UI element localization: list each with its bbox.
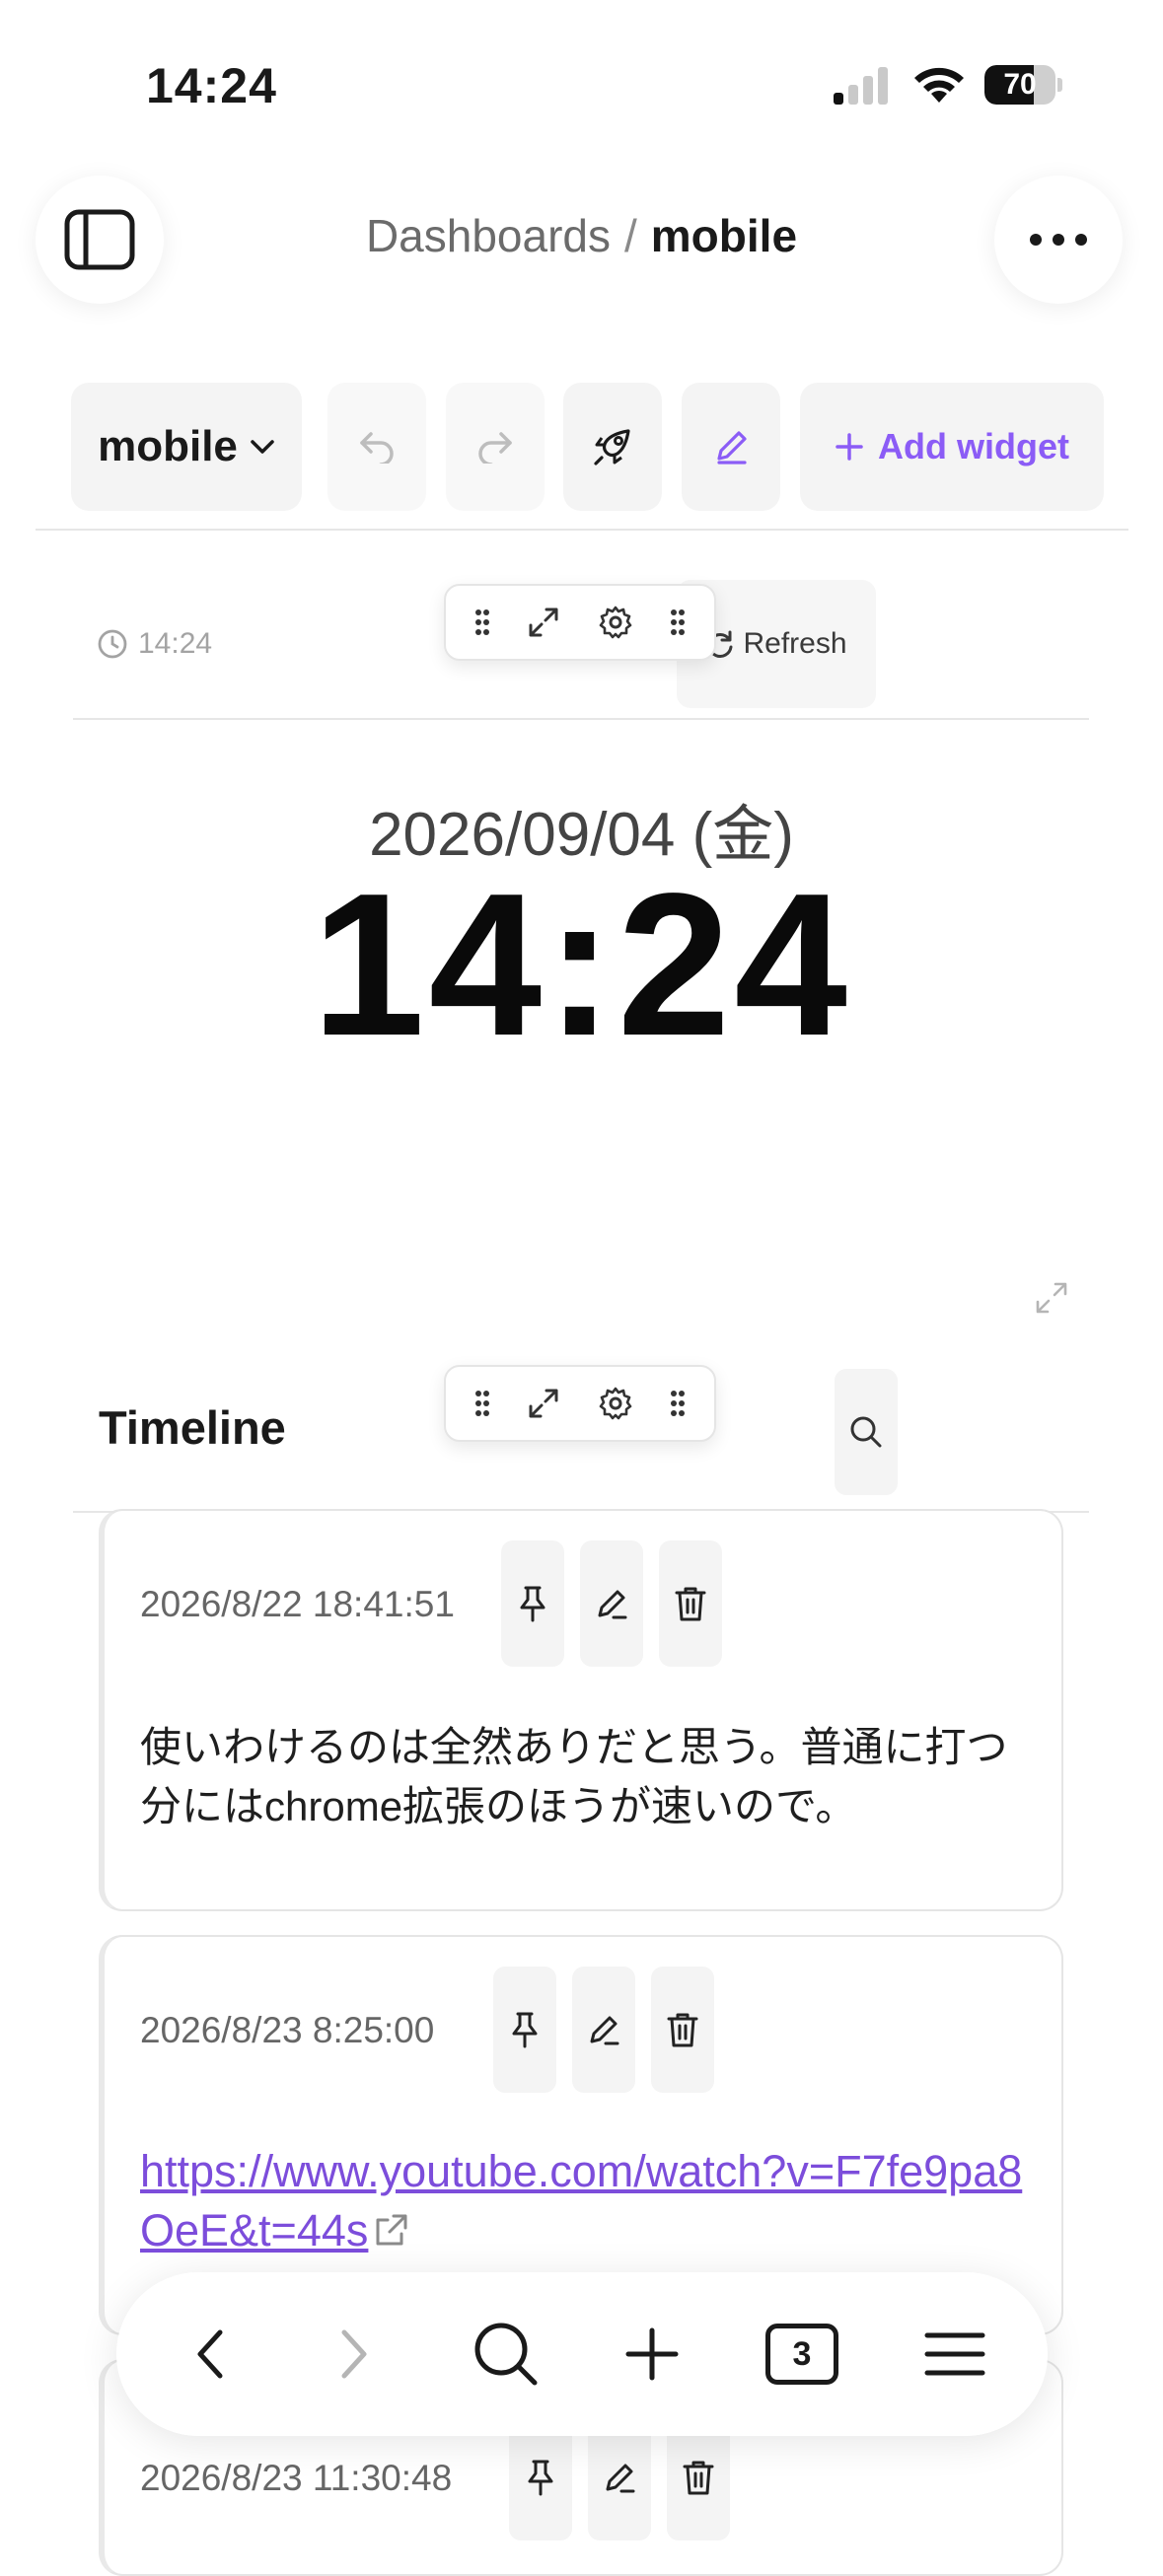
timeline-title: Timeline xyxy=(99,1401,286,1454)
toolbar-divider xyxy=(36,529,1128,531)
browser-toolbar: 3 xyxy=(116,2272,1048,2436)
hamburger-menu-icon xyxy=(924,2330,985,2378)
pin-button[interactable] xyxy=(501,1540,564,1667)
entry-link-text: https://www.youtube.com/watch?v=F7fe9pa8… xyxy=(140,2146,1023,2255)
refresh-label: Refresh xyxy=(743,627,847,660)
new-tab-button[interactable] xyxy=(588,2272,716,2436)
search-icon xyxy=(848,1414,884,1450)
entry-timestamp: 2026/8/23 8:25:00 xyxy=(140,2010,435,2050)
cellular-signal-icon xyxy=(832,65,891,105)
pencil-icon xyxy=(586,2012,621,2047)
redo-button[interactable] xyxy=(446,383,545,511)
trash-icon xyxy=(666,2011,699,2048)
gear-icon[interactable] xyxy=(598,605,633,640)
breadcrumb-current: mobile xyxy=(650,210,798,261)
drag-handle-icon[interactable] xyxy=(474,1390,490,1417)
clock-widget-divider xyxy=(73,718,1089,720)
back-button[interactable] xyxy=(156,2272,264,2436)
dashboard-select[interactable]: mobile xyxy=(71,383,302,511)
clock-widget-header-time: 14:24 xyxy=(97,627,212,661)
pin-icon xyxy=(516,1585,549,1622)
pencil-icon xyxy=(602,2460,637,2495)
battery-indicator: 70 xyxy=(984,65,1062,105)
add-widget-button[interactable]: Add widget xyxy=(800,383,1104,511)
undo-button[interactable] xyxy=(327,383,426,511)
edit-entry-button[interactable] xyxy=(572,1967,635,2093)
pin-icon xyxy=(508,2011,542,2048)
plus-icon xyxy=(835,432,864,462)
redo-icon xyxy=(475,430,515,464)
trash-icon xyxy=(682,2459,715,2496)
resize-icon[interactable] xyxy=(1034,1280,1069,1316)
add-widget-label: Add widget xyxy=(878,426,1069,466)
edit-mode-button[interactable] xyxy=(682,383,780,511)
external-link-icon xyxy=(372,2210,411,2250)
more-options-button[interactable] xyxy=(994,176,1123,304)
pencil-icon xyxy=(594,1586,629,1621)
search-button[interactable] xyxy=(442,2272,570,2436)
clock-widget-toolbar xyxy=(444,584,716,661)
expand-icon[interactable] xyxy=(527,1387,560,1420)
rocket-icon xyxy=(591,425,634,468)
entry-text: 使いわけるのは全然ありだと思う。普通に打つ分にはchrome拡張のほうが速いので… xyxy=(140,1724,1008,1829)
clock-icon xyxy=(97,628,128,660)
tab-count: 3 xyxy=(765,2324,838,2385)
clock-time: 14:24 xyxy=(312,851,851,1078)
chevron-right-icon xyxy=(339,2328,369,2380)
pin-button[interactable] xyxy=(493,1967,556,2093)
pin-icon xyxy=(524,2459,557,2496)
menu-button[interactable] xyxy=(891,2272,1019,2436)
entry-timestamp: 2026/8/22 18:41:51 xyxy=(140,1584,455,1624)
drag-handle-icon[interactable] xyxy=(670,608,686,636)
entry-link[interactable]: https://www.youtube.com/watch?v=F7fe9pa8… xyxy=(140,2142,1028,2260)
expand-icon[interactable] xyxy=(527,606,560,639)
drag-handle-icon[interactable] xyxy=(670,1390,686,1417)
breadcrumb: Dashboards / mobile xyxy=(0,209,1163,262)
battery-percentage: 70 xyxy=(1003,68,1037,101)
tabs-button[interactable]: 3 xyxy=(738,2272,866,2436)
plus-icon xyxy=(624,2326,680,2382)
publish-button[interactable] xyxy=(563,383,662,511)
status-time: 14:24 xyxy=(146,58,277,113)
delete-entry-button[interactable] xyxy=(659,1540,722,1667)
more-horizontal-icon xyxy=(1029,233,1088,247)
breadcrumb-separator: / xyxy=(624,210,637,261)
chevron-left-icon xyxy=(195,2328,225,2380)
drag-handle-icon[interactable] xyxy=(474,608,490,636)
forward-button[interactable] xyxy=(300,2272,408,2436)
pencil-icon xyxy=(711,427,751,466)
clock-widget-small-time: 14:24 xyxy=(138,627,213,660)
timeline-search-button[interactable] xyxy=(835,1369,898,1495)
undo-icon xyxy=(357,430,397,464)
timeline-entry: 2026/8/22 18:41:51 使いわけるのは全然ありだと思う。普通に打つ… xyxy=(99,1509,1063,1911)
search-icon xyxy=(472,2320,541,2389)
delete-entry-button[interactable] xyxy=(651,1967,714,2093)
chevron-down-icon xyxy=(250,439,275,455)
edit-entry-button[interactable] xyxy=(580,1540,643,1667)
entry-timestamp: 2026/8/23 11:30:48 xyxy=(140,2458,453,2498)
timeline-widget-toolbar xyxy=(444,1365,716,1442)
dashboard-select-value: mobile xyxy=(98,422,238,470)
trash-icon xyxy=(674,1585,707,1622)
gear-icon[interactable] xyxy=(598,1386,633,1421)
breadcrumb-dashboards-link[interactable]: Dashboards xyxy=(366,210,611,261)
wifi-icon xyxy=(911,63,967,105)
